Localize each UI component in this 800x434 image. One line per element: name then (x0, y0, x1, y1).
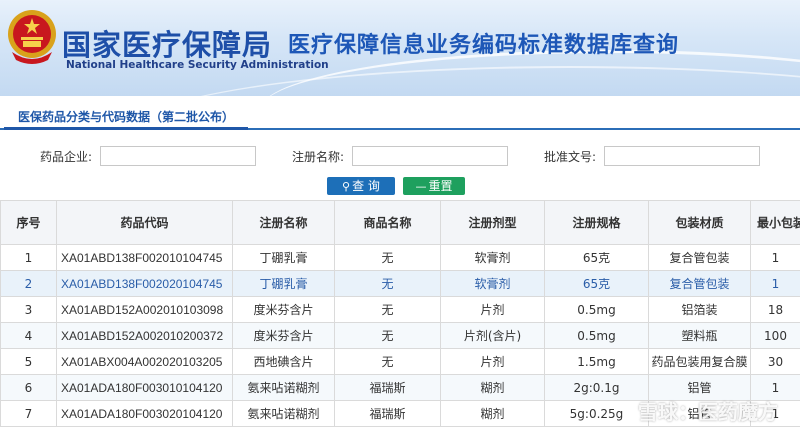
cell-packaging: 铝箔装 (648, 296, 751, 323)
cell-index: 4 (0, 322, 57, 349)
approval-label: 批准文号: (544, 150, 597, 164)
site-english-name: National Healthcare Security Administrat… (66, 59, 329, 71)
national-emblem-icon (8, 10, 56, 64)
cell-drug-code: XA01ABD138F002020104745 (56, 270, 233, 297)
cell-packaging: 复合管包装 (648, 244, 751, 271)
site-title: 国家医疗保障局 (62, 28, 273, 62)
cell-spec: 2g:0.1g (544, 374, 649, 401)
cell-dosage-form: 片剂(含片) (440, 322, 545, 349)
query-button[interactable]: ⚲ 查 询 (327, 177, 395, 195)
cell-index: 2 (0, 270, 57, 297)
header-banner: 国家医疗保障局 医疗保障信息业务编码标准数据库查询 National Healt… (0, 0, 800, 96)
section-bar: 医保药品分类与代码数据（第二批公布） (0, 100, 800, 130)
cell-reg-name: 氨来呫诺糊剂 (232, 374, 335, 401)
table-row[interactable]: 5 XA01ABX004A002020103205 西地碘含片 无 片剂 1.5… (0, 348, 800, 375)
cell-packaging: 药品包装用复合膜 (648, 348, 751, 375)
column-header[interactable]: 注册名称 (232, 200, 335, 245)
search-icon: ⚲ (342, 180, 351, 193)
cell-index: 7 (0, 400, 57, 427)
reset-button-label: 重置 (428, 179, 453, 193)
table-row[interactable]: 3 XA01ABD152A002010103098 度米芬含片 无 片剂 0.5… (0, 296, 800, 323)
cell-drug-code: XA01ABD152A002010103098 (56, 296, 233, 323)
column-header[interactable]: 药品代码 (56, 200, 233, 245)
cell-min-pack: 1 (750, 244, 800, 271)
cell-trade-name: 福瑞斯 (334, 374, 441, 401)
table-row[interactable]: 4 XA01ABD152A002010200372 度米芬含片 无 片剂(含片)… (0, 322, 800, 349)
cell-dosage-form: 软膏剂 (440, 270, 545, 297)
cell-reg-name: 度米芬含片 (232, 322, 335, 349)
cell-trade-name: 无 (334, 244, 441, 271)
site-subtitle: 医疗保障信息业务编码标准数据库查询 (288, 33, 680, 58)
company-input[interactable] (100, 146, 256, 166)
cell-trade-name: 无 (334, 296, 441, 323)
cell-min-pack: 100 (750, 322, 800, 349)
cell-drug-code: XA01ADA180F003020104120 (56, 400, 233, 427)
column-header[interactable]: 最小包装 (750, 200, 800, 245)
cell-reg-name: 西地碘含片 (232, 348, 335, 375)
cell-dosage-form: 糊剂 (440, 400, 545, 427)
drug-code-table: 序号 药品代码 注册名称 商品名称 注册剂型 注册规格 包装材质 最小包装 1 … (0, 200, 800, 427)
column-header[interactable]: 商品名称 (334, 200, 441, 245)
cell-drug-code: XA01ABD152A002010200372 (56, 322, 233, 349)
column-header[interactable]: 注册规格 (544, 200, 649, 245)
cell-trade-name: 无 (334, 270, 441, 297)
cell-dosage-form: 片剂 (440, 296, 545, 323)
cell-reg-name: 度米芬含片 (232, 296, 335, 323)
cell-spec: 65克 (544, 244, 649, 271)
cell-trade-name: 无 (334, 322, 441, 349)
cell-reg-name: 丁硼乳膏 (232, 244, 335, 271)
cell-index: 1 (0, 244, 57, 271)
cell-index: 3 (0, 296, 57, 323)
column-header[interactable]: 注册剂型 (440, 200, 545, 245)
cell-trade-name: 无 (334, 348, 441, 375)
watermark: 雪球：医药魔方 (638, 400, 778, 424)
cell-index: 6 (0, 374, 57, 401)
table-row[interactable]: 2 XA01ABD138F002020104745 丁硼乳膏 无 软膏剂 65克… (0, 270, 800, 297)
minus-icon: — (415, 180, 427, 193)
cell-dosage-form: 糊剂 (440, 374, 545, 401)
cell-reg-name: 丁硼乳膏 (232, 270, 335, 297)
cell-trade-name: 福瑞斯 (334, 400, 441, 427)
column-header[interactable]: 包装材质 (648, 200, 751, 245)
cell-drug-code: XA01ADA180F003010104120 (56, 374, 233, 401)
query-button-label: 查 询 (352, 179, 380, 193)
cell-min-pack: 18 (750, 296, 800, 323)
cell-drug-code: XA01ABX004A002020103205 (56, 348, 233, 375)
reg-name-label: 注册名称: (292, 150, 345, 164)
company-label: 药品企业: (40, 150, 93, 164)
reg-name-input[interactable] (352, 146, 508, 166)
cell-spec: 65克 (544, 270, 649, 297)
column-header[interactable]: 序号 (0, 200, 57, 245)
table-row[interactable]: 1 XA01ABD138F002010104745 丁硼乳膏 无 软膏剂 65克… (0, 244, 800, 271)
reset-button[interactable]: — 重置 (403, 177, 465, 195)
cell-spec: 5g:0.25g (544, 400, 649, 427)
cell-packaging: 复合管包装 (648, 270, 751, 297)
tab-drug-classification[interactable]: 医保药品分类与代码数据（第二批公布） (4, 104, 249, 130)
cell-spec: 1.5mg (544, 348, 649, 375)
cell-dosage-form: 片剂 (440, 348, 545, 375)
cell-packaging: 塑料瓶 (648, 322, 751, 349)
cell-spec: 0.5mg (544, 322, 649, 349)
cell-min-pack: 1 (750, 270, 800, 297)
cell-spec: 0.5mg (544, 296, 649, 323)
approval-input[interactable] (604, 146, 760, 166)
table-header-row: 序号 药品代码 注册名称 商品名称 注册剂型 注册规格 包装材质 最小包装 (0, 200, 800, 245)
cell-min-pack: 30 (750, 348, 800, 375)
cell-drug-code: XA01ABD138F002010104745 (56, 244, 233, 271)
cell-index: 5 (0, 348, 57, 375)
cell-reg-name: 氨来呫诺糊剂 (232, 400, 335, 427)
cell-dosage-form: 软膏剂 (440, 244, 545, 271)
search-form: 药品企业: 注册名称: 批准文号: (0, 140, 800, 174)
